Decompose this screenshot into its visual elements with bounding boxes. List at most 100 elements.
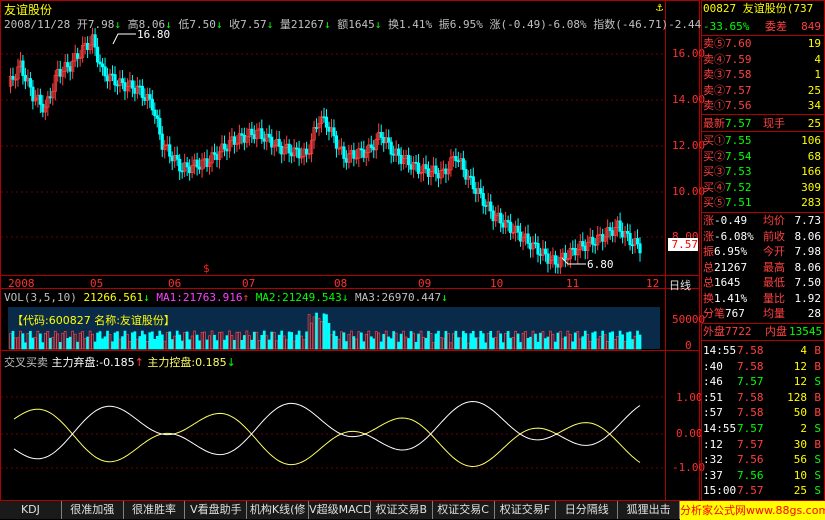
candle-body — [369, 144, 373, 148]
candle-body — [297, 148, 301, 159]
formula-tab[interactable]: V看盘助手 — [185, 501, 248, 519]
candle-body — [123, 82, 127, 92]
sell-level-label: 卖③ — [703, 68, 725, 81]
candle-body — [352, 150, 356, 159]
tick-volume: 4 — [800, 344, 807, 357]
buy-row: 买①7.55 106 — [703, 133, 823, 148]
candle-body — [103, 66, 107, 77]
candle-body — [618, 220, 622, 232]
volume-bar — [427, 331, 430, 350]
volume-bar — [626, 332, 629, 350]
volume-bar — [158, 330, 162, 350]
candle-body — [526, 233, 530, 244]
formula-tab[interactable]: 权证交易F — [494, 501, 557, 519]
brand-watermark: 分析家公式网www.88gs.com — [680, 501, 825, 520]
tick-time: :32 — [703, 453, 723, 467]
volume-bar — [93, 341, 97, 350]
volume-bar — [98, 331, 102, 350]
volume-bar — [113, 332, 117, 350]
volume-bar — [295, 334, 298, 350]
formula-tab[interactable]: 权证交易C — [432, 501, 495, 519]
formula-tab[interactable]: V超级MACD — [309, 501, 371, 519]
candle-body — [130, 80, 135, 89]
volume-bar — [38, 333, 42, 350]
volume-bar — [240, 339, 244, 350]
tick-direction: B — [814, 406, 821, 420]
candle-body — [387, 137, 391, 143]
tick-price: 7.57 — [737, 484, 764, 498]
formula-tab[interactable]: 机构K线(修 — [247, 501, 310, 519]
volume-bar — [160, 334, 164, 350]
stat-label-2: 今开 — [763, 245, 785, 258]
candle-body — [573, 247, 577, 256]
formula-tab[interactable]: 很准加强 — [61, 501, 124, 519]
volume-bar — [287, 331, 291, 350]
candle-body — [509, 221, 513, 234]
stat-value: -6.08% — [714, 229, 754, 243]
tick-volume: 30 — [793, 437, 807, 451]
stat-row: 总1645 最低 7.50 — [703, 275, 823, 290]
volume-bar — [409, 331, 413, 350]
stat-label: 换 — [703, 291, 714, 305]
volume-bar — [564, 336, 567, 350]
volume-bar — [76, 341, 80, 350]
formula-tab[interactable]: 权证交易B — [370, 501, 433, 519]
volume-bar — [608, 332, 612, 350]
candle-body — [635, 238, 640, 245]
tick-row: :57 7.58 50 B — [703, 405, 823, 420]
stat-value: 21267 — [714, 260, 748, 274]
candle-body — [280, 145, 284, 155]
volume-bar — [138, 336, 142, 350]
volume-bar — [352, 336, 356, 350]
volume-bar — [58, 342, 62, 350]
stat-value-2: 1.92 — [794, 291, 822, 305]
event-marker: $ — [203, 262, 210, 275]
candle-body — [638, 243, 642, 254]
buy-level-label: 买③ — [703, 165, 725, 178]
candle-body — [76, 53, 80, 59]
buy-row: 买⑤7.51 283 — [703, 195, 823, 210]
quote-title: 00827 友谊股份(737 — [703, 1, 823, 16]
candle-body — [518, 231, 523, 242]
candle-body — [536, 243, 540, 255]
volume-bar — [270, 331, 274, 350]
volume-bar — [474, 337, 478, 350]
candle-body — [242, 134, 246, 143]
volume-bar — [362, 341, 366, 350]
volume-bar — [444, 331, 448, 350]
formula-tab-bar: KDJ 很准加强 很准胜率 V看盘助手 机构K线(修 V超级MACD 权证交易B 权证交易C 权… — [0, 501, 680, 520]
candle-body — [93, 34, 97, 48]
stat-row: 换1.41% 量比 1.92 — [703, 291, 823, 306]
stat-value: 767 — [725, 307, 745, 320]
volume-bar — [484, 342, 488, 350]
sell-price: 7.59 — [725, 52, 752, 66]
tick-row: :40 7.58 12 B — [703, 359, 823, 374]
candle-body — [133, 87, 137, 94]
tick-price: 7.58 — [737, 344, 764, 357]
stat-value: 1645 — [714, 276, 741, 289]
formula-tab[interactable]: KDJ — [0, 501, 62, 519]
tick-volume: 12 — [793, 375, 807, 389]
chart-area[interactable]: 友谊股份 ⚓ 2008/11/28 开7.98↓ 高8.06↓ 低7.50↓ 收… — [0, 0, 705, 501]
volume-bar — [29, 331, 32, 350]
candle-body — [379, 132, 383, 138]
low-marker-label: 6.80 — [587, 258, 614, 271]
formula-tab[interactable]: 日分隔线 — [556, 501, 619, 519]
formula-tab[interactable]: 很准胜率 — [123, 501, 186, 519]
quote-panel[interactable]: 00827 友谊股份(737 -33.65% 委差 849 卖⑤7.60 19 卖④… — [701, 0, 825, 501]
tick-direction: S — [814, 422, 821, 435]
buy-price: 7.53 — [725, 165, 752, 178]
volume-bar — [501, 342, 505, 350]
tick-volume: 128 — [787, 390, 807, 404]
stat-label-2: 前收 — [763, 229, 785, 243]
candle-body — [23, 75, 28, 82]
formula-tab[interactable]: 狐狸出击 — [618, 501, 680, 519]
volume-bar — [471, 330, 475, 350]
candle-body — [434, 165, 438, 174]
stat-label: 涨 — [703, 229, 714, 243]
candle-body — [240, 133, 244, 136]
candle-body — [175, 154, 179, 160]
candle-body — [41, 103, 45, 113]
buy-row: 买③7.53 166 — [703, 164, 823, 179]
candle-body — [481, 193, 485, 206]
